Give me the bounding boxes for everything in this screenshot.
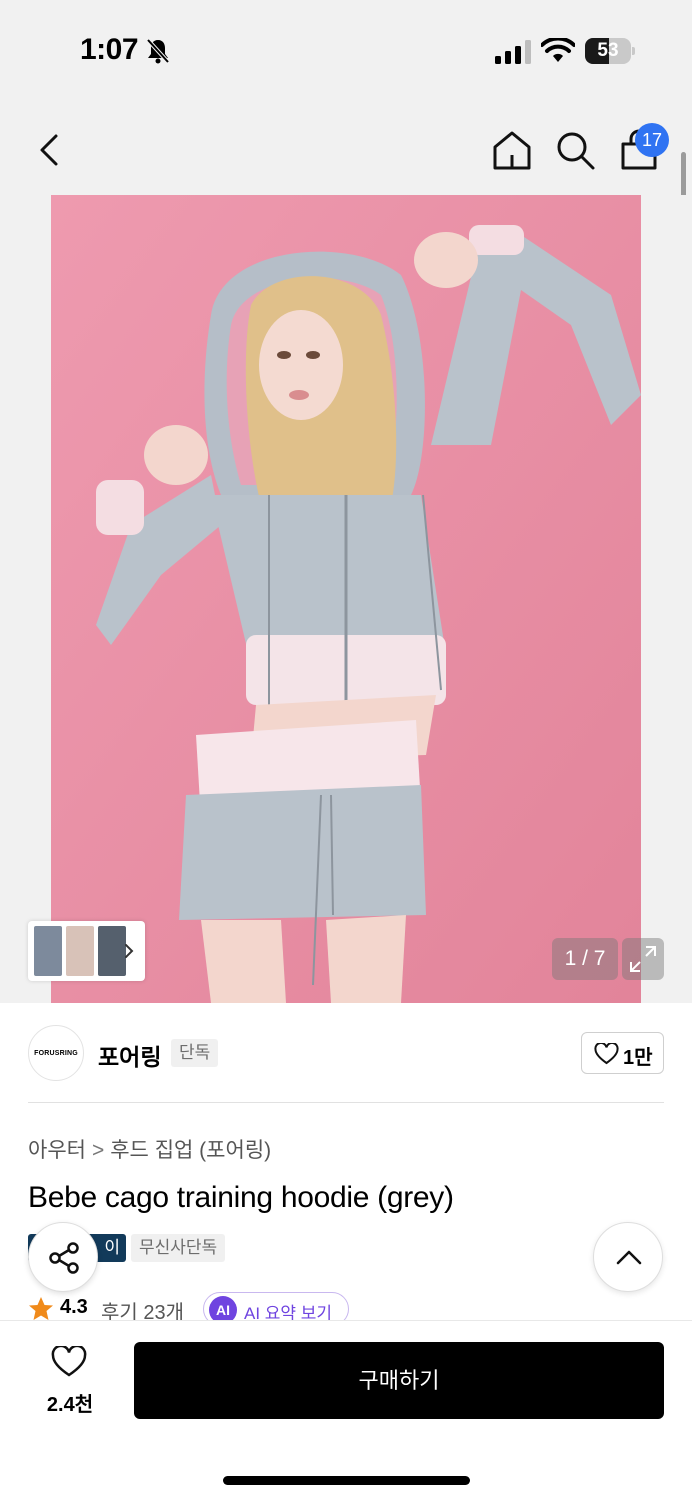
rating-value: 4.3 [60, 1296, 88, 1318]
bell-muted-icon [146, 38, 170, 64]
wishlist-button[interactable]: 2.4천 [36, 1342, 104, 1418]
home-indicator[interactable] [223, 1476, 470, 1485]
heart-icon [594, 1043, 619, 1065]
heart-icon [51, 1346, 87, 1377]
search-icon[interactable] [553, 128, 597, 172]
expand-button[interactable] [622, 938, 664, 980]
wifi-icon [541, 38, 575, 62]
battery-level: 53 [597, 40, 619, 61]
chevron-right-icon[interactable] [122, 941, 136, 961]
status-time: 1:07 [80, 33, 139, 66]
breadcrumb-item[interactable]: 후드 집업 (포어링) [110, 1139, 271, 1162]
breadcrumb: 아우터 > 후드 집업 (포어링) [28, 1134, 271, 1164]
product-title: Bebe cago training hoodie (grey) [28, 1181, 454, 1214]
exclusive-tag: 단독 [171, 1039, 219, 1067]
breadcrumb-item[interactable]: 아우터 [28, 1139, 86, 1162]
product-image[interactable] [51, 195, 641, 1003]
buy-button[interactable]: 구매하기 [134, 1342, 664, 1419]
home-icon[interactable] [490, 128, 534, 172]
expand-icon [630, 946, 656, 972]
share-icon [49, 1242, 79, 1274]
brand-name[interactable]: 포어링 [98, 1038, 161, 1072]
chevron-left-icon[interactable] [30, 128, 70, 172]
star-icon [29, 1297, 53, 1320]
brand-logo[interactable]: FORUSRING [28, 1025, 84, 1081]
scroll-to-top-button[interactable] [593, 1222, 663, 1292]
cellular-signal-icon [495, 40, 531, 64]
breadcrumb-separator: > [91, 1139, 105, 1162]
chevron-up-icon [616, 1250, 642, 1265]
section-divider [28, 1102, 664, 1103]
battery-indicator: 53 [585, 38, 635, 64]
brand-like-button[interactable]: 1만 [581, 1032, 664, 1074]
app-header [0, 100, 692, 200]
brand-like-count: 1만 [623, 1047, 653, 1069]
model-photo-illustration [51, 195, 641, 1003]
cart-count-badge: 17 [635, 123, 669, 157]
thumbnail-image[interactable] [66, 926, 94, 976]
thumbnail-image[interactable] [34, 926, 62, 976]
wishlist-count: 2.4천 [46, 1394, 94, 1416]
image-pager: 1 / 7 [552, 938, 618, 980]
share-button[interactable] [28, 1222, 98, 1292]
product-tag: 무신사단독 [131, 1234, 226, 1262]
status-bar: 1:07 53 [0, 0, 692, 100]
